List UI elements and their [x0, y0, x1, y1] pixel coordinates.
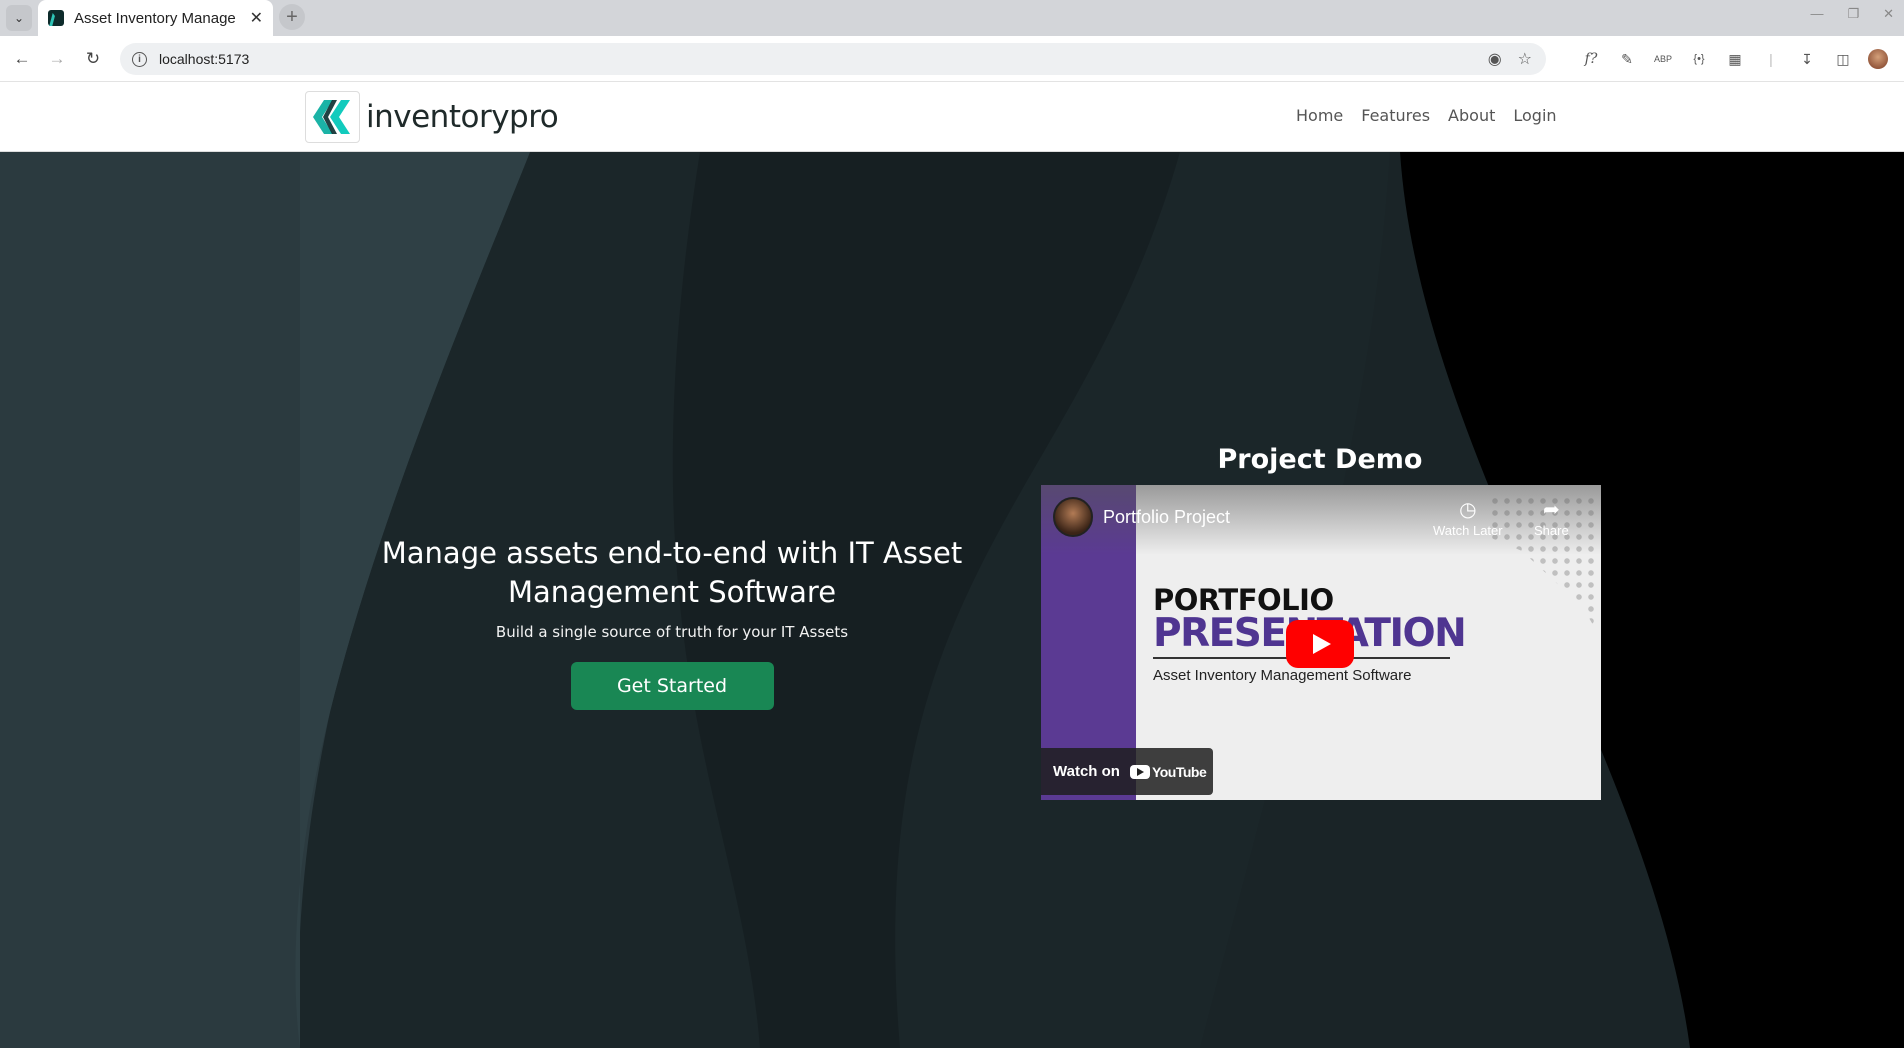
hero-subtitle: Build a single source of truth for your … [495, 623, 849, 641]
extensions-area: f? ✎ ABP {•} ▦ | ↧ ◫ ⋮ [1580, 48, 1904, 70]
video-title[interactable]: Portfolio Project [1103, 507, 1230, 528]
clock-icon: ◷ [1459, 499, 1477, 521]
site-nav: Home Features About Login [1296, 106, 1557, 125]
youtube-logo: YouTube [1129, 763, 1207, 780]
hero-section: Manage assets end-to-end with IT Asset M… [0, 152, 1904, 1048]
watch-later-button[interactable]: ◷ Watch Later [1433, 497, 1503, 538]
get-started-button[interactable]: Get Started [570, 662, 774, 710]
browser-tab-bar: ⌄ Asset Inventory Manage ✕ + — ❐ ✕ [0, 0, 1904, 36]
demo-heading: Project Demo [1217, 444, 1423, 475]
nav-about[interactable]: About [1448, 106, 1495, 125]
browser-toolbar: ← → ↻ i localhost:5173 ◉ ☆ f? ✎ ABP {•} … [0, 36, 1904, 82]
formula-extension-icon[interactable]: f? [1580, 48, 1602, 70]
code-extension-icon[interactable]: {•} [1688, 48, 1710, 70]
hero-content: Manage assets end-to-end with IT Asset M… [352, 534, 992, 710]
play-button-icon[interactable] [1286, 620, 1354, 668]
info-icon[interactable]: i [132, 51, 147, 67]
close-window-icon[interactable]: ✕ [1883, 6, 1894, 22]
brand-name[interactable]: inventorypro [366, 99, 559, 135]
arrow-right-icon[interactable]: → [45, 47, 69, 71]
chevron-down-icon[interactable]: ⌄ [6, 5, 32, 31]
share-icon: ➦ [1542, 499, 1560, 521]
minimize-icon[interactable]: — [1810, 6, 1823, 22]
address-bar[interactable]: i localhost:5173 ◉ ☆ [120, 43, 1546, 75]
hero-title: Manage assets end-to-end with IT Asset M… [381, 536, 963, 609]
nav-home[interactable]: Home [1296, 106, 1343, 125]
window-controls: — ❐ ✕ [1810, 6, 1894, 22]
restore-icon[interactable]: ❐ [1847, 6, 1859, 22]
download-icon[interactable]: ↧ [1796, 48, 1818, 70]
favicon-icon [48, 10, 64, 26]
watch-on-label: Watch on [1053, 763, 1120, 780]
browser-tab[interactable]: Asset Inventory Manage ✕ [38, 0, 273, 36]
thumb-text-subtitle: Asset Inventory Management Software [1153, 667, 1412, 684]
tab-title: Asset Inventory Manage [74, 9, 236, 27]
pen-extension-icon[interactable]: ✎ [1616, 48, 1638, 70]
avatar[interactable] [1868, 49, 1888, 69]
channel-avatar[interactable] [1053, 497, 1093, 537]
site-header: inventorypro Home Features About Login [0, 82, 1904, 152]
video-progress-bar [1041, 797, 1136, 800]
share-label: Share [1534, 523, 1569, 538]
sidebar-icon[interactable]: ◫ [1832, 48, 1854, 70]
share-button[interactable]: ➦ Share [1534, 497, 1569, 538]
watch-on-youtube-button[interactable]: Watch on YouTube [1041, 748, 1213, 795]
arrow-left-icon[interactable]: ← [10, 47, 34, 71]
watch-later-label: Watch Later [1433, 523, 1503, 538]
divider: | [1769, 51, 1773, 67]
nav-login[interactable]: Login [1513, 106, 1556, 125]
url-text[interactable]: localhost:5173 [159, 51, 249, 67]
reload-icon[interactable]: ↻ [81, 47, 105, 71]
new-tab-icon[interactable]: + [279, 4, 305, 30]
youtube-wordmark: YouTube [1151, 763, 1207, 780]
eye-icon[interactable]: ◉ [1488, 49, 1502, 69]
puzzle-icon[interactable]: ▦ [1724, 48, 1746, 70]
adblock-extension-icon[interactable]: ABP [1652, 48, 1674, 70]
nav-features[interactable]: Features [1361, 106, 1430, 125]
youtube-icon [1129, 764, 1150, 779]
star-icon[interactable]: ☆ [1518, 49, 1532, 69]
close-icon[interactable]: ✕ [250, 8, 263, 28]
video-embed[interactable]: PORTFOLIO PRESENTATION Asset Inventory M… [1041, 485, 1601, 800]
logo-icon[interactable] [305, 91, 360, 143]
